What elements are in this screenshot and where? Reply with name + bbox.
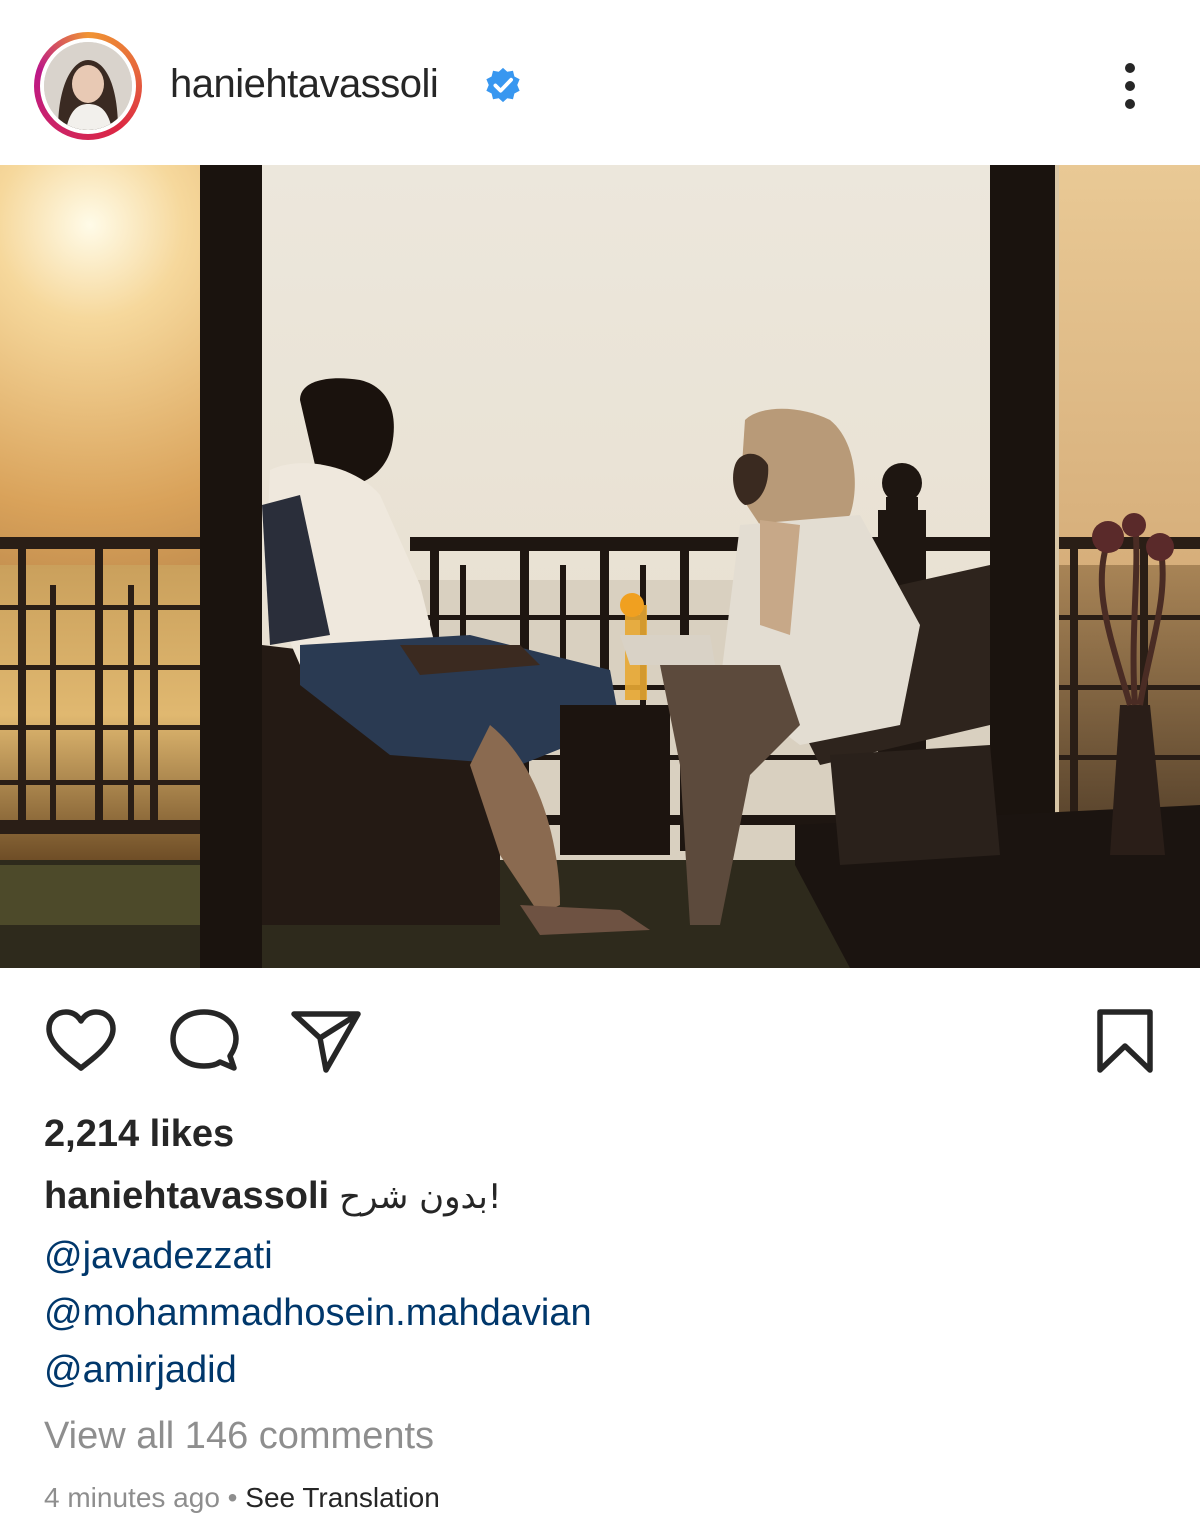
- caption: haniehtavassoli !بدون شرح: [44, 1175, 501, 1218]
- comment-icon[interactable]: [168, 1008, 240, 1074]
- post-username[interactable]: haniehtavassoli: [170, 62, 439, 107]
- post-photo-scene: [0, 165, 1200, 968]
- view-all-comments-link[interactable]: View all 146 comments: [44, 1415, 434, 1458]
- bookmark-icon[interactable]: [1094, 1008, 1156, 1074]
- verified-badge-icon: [486, 67, 520, 103]
- see-translation-link[interactable]: See Translation: [245, 1482, 440, 1513]
- caption-username[interactable]: haniehtavassoli: [44, 1175, 329, 1217]
- post-image[interactable]: [0, 165, 1200, 968]
- post-meta: 4 minutes ago • See Translation: [44, 1482, 440, 1514]
- heart-icon[interactable]: [44, 1008, 118, 1074]
- avatar[interactable]: [40, 38, 136, 134]
- mention-link[interactable]: @mohammadhosein.mahdavian: [44, 1292, 592, 1335]
- post-header: haniehtavassoli: [0, 0, 1200, 165]
- action-bar: [0, 1000, 1200, 1080]
- mention-link[interactable]: @amirjadid: [44, 1349, 237, 1392]
- likes-count[interactable]: 2,214 likes: [44, 1113, 234, 1156]
- more-options-icon[interactable]: [1110, 58, 1150, 118]
- timestamp: 4 minutes ago: [44, 1482, 220, 1513]
- story-ring[interactable]: [34, 32, 142, 140]
- mention-link[interactable]: @javadezzati: [44, 1235, 273, 1278]
- caption-text: !بدون شرح: [339, 1177, 502, 1217]
- meta-separator: •: [227, 1482, 238, 1513]
- share-icon[interactable]: [290, 1008, 362, 1074]
